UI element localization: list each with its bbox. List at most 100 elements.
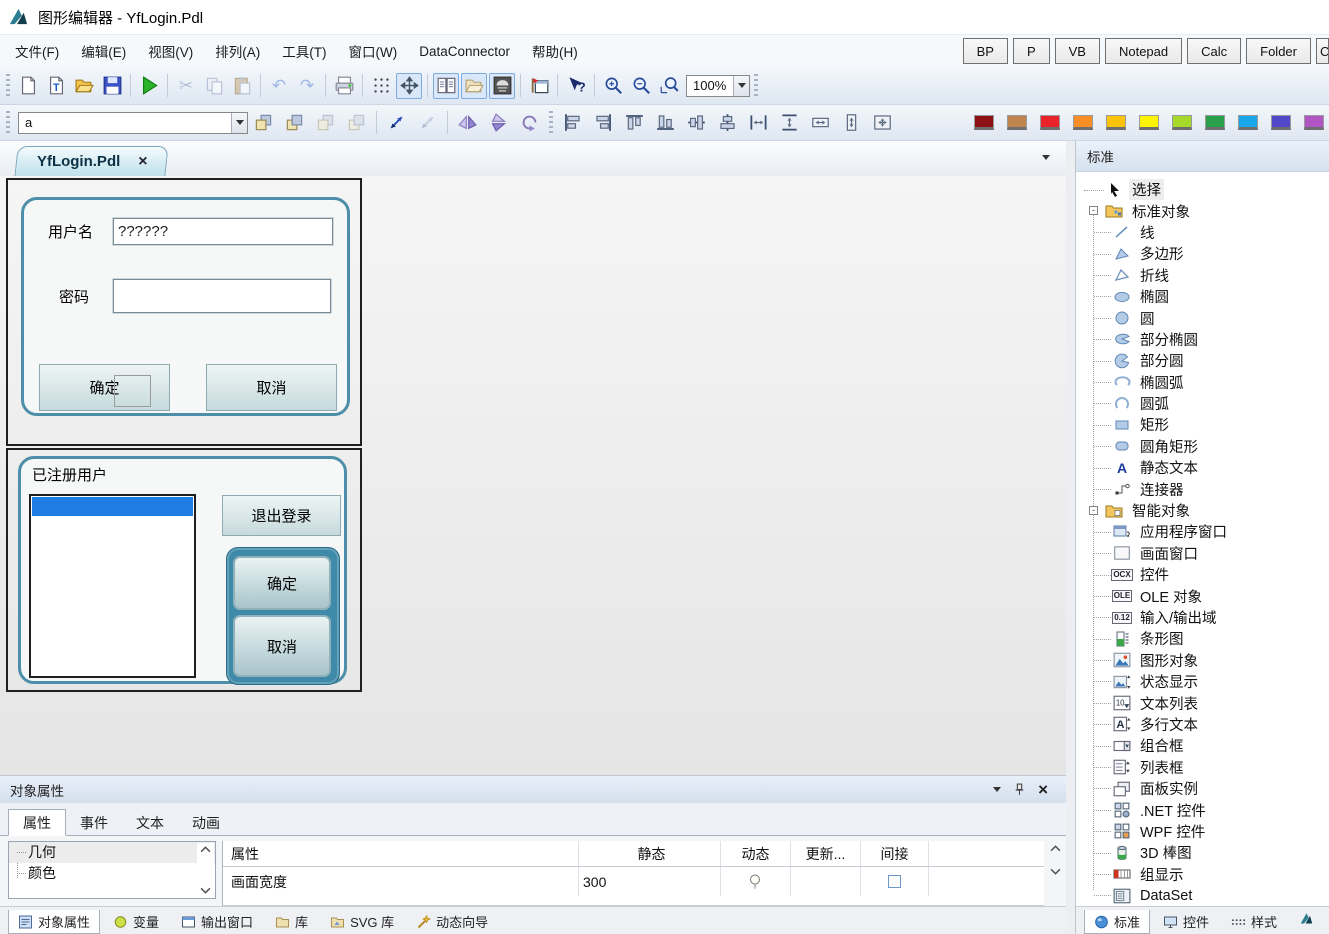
palette-item[interactable]: 组显示	[1076, 864, 1329, 885]
drawing-canvas[interactable]: 用户名 密码 确定 取消 已注册用户 退出登录 确定 取消	[0, 176, 1066, 775]
palette-item[interactable]: 部分圆	[1076, 350, 1329, 371]
properties-tab[interactable]: 属性	[8, 809, 66, 836]
color-swatch-button[interactable]	[1165, 110, 1198, 136]
rotate-button[interactable]	[517, 110, 543, 136]
color-swatch-button[interactable]	[1099, 110, 1132, 136]
align-right-button[interactable]	[591, 110, 617, 136]
palette-item[interactable]: 多边形	[1076, 243, 1329, 264]
grid-scrollbar[interactable]	[1044, 841, 1066, 906]
run-button[interactable]	[136, 73, 162, 99]
palette-item[interactable]: 折线	[1076, 265, 1329, 286]
toolbar-drag-handle[interactable]	[6, 111, 10, 135]
palette-item[interactable]: 圆角矩形	[1076, 436, 1329, 457]
toolbar-drag-handle[interactable]	[6, 74, 10, 98]
open-library-button[interactable]	[461, 73, 487, 99]
dock-tab[interactable]: 变量	[104, 910, 168, 933]
menu-item[interactable]: 工具(T)	[271, 41, 337, 61]
login-cancel-button[interactable]: 取消	[206, 364, 337, 411]
new-template-button[interactable]: T	[43, 73, 69, 99]
scroll-down-icon[interactable]	[200, 887, 211, 894]
palette-item[interactable]: 面板实例	[1076, 778, 1329, 799]
pin-icon[interactable]	[1013, 783, 1026, 796]
new-button[interactable]	[15, 73, 41, 99]
username-input[interactable]	[113, 218, 333, 245]
category-scrollbar[interactable]	[197, 843, 214, 897]
button-group-container[interactable]: 确定 取消	[226, 547, 340, 685]
palette-item[interactable]: 3D 棒图	[1076, 842, 1329, 863]
property-grid[interactable]: 属性静态动态更新...间接 画面宽度300	[222, 841, 1044, 906]
properties-tab[interactable]: 事件	[66, 809, 122, 836]
wizard-button[interactable]	[489, 73, 515, 99]
unlink-tag-button[interactable]	[415, 110, 441, 136]
menu-item[interactable]: 排列(A)	[204, 41, 271, 61]
close-icon[interactable]: ×	[1038, 781, 1048, 798]
grid-button[interactable]	[368, 73, 394, 99]
link-tag-button[interactable]	[384, 110, 410, 136]
copy-button[interactable]	[201, 73, 227, 99]
properties-tab[interactable]: 动画	[178, 809, 234, 836]
color-swatch-button[interactable]	[1066, 110, 1099, 136]
logout-button[interactable]: 退出登录	[222, 495, 341, 536]
style-combo[interactable]: a	[18, 112, 248, 134]
quick-launch-button[interactable]: P	[1013, 38, 1050, 64]
users-ok-button[interactable]: 确定	[233, 556, 331, 610]
tree-expander-icon[interactable]: -	[1089, 206, 1098, 215]
color-swatch-button[interactable]	[967, 110, 1000, 136]
category-tree-item[interactable]: 几何	[9, 842, 215, 863]
scroll-down-icon[interactable]	[1050, 868, 1061, 875]
same-width-button[interactable]	[808, 110, 834, 136]
password-input[interactable]	[113, 279, 331, 313]
username-label[interactable]: 用户名	[48, 221, 93, 242]
palette-item[interactable]: 椭圆弧	[1076, 372, 1329, 393]
menu-item[interactable]: 编辑(E)	[70, 41, 137, 61]
listbox-selected-row[interactable]	[32, 497, 193, 516]
palette-item[interactable]: 部分椭圆	[1076, 329, 1329, 350]
palette-item[interactable]: 应用程序窗口	[1076, 521, 1329, 542]
registered-users-label[interactable]: 已注册用户	[32, 464, 107, 485]
grid-cell-indirect[interactable]	[861, 867, 929, 896]
undo-button[interactable]: ↶	[266, 73, 292, 99]
save-button[interactable]	[99, 73, 125, 99]
dock-tab[interactable]: SVG 库	[321, 910, 403, 933]
palette-item[interactable]: -智能对象	[1076, 500, 1329, 521]
dock-tab[interactable]: 库	[266, 910, 317, 933]
panel-splitter[interactable]	[1066, 141, 1075, 934]
dock-tab[interactable]: 动态向导	[407, 910, 497, 933]
palette-item[interactable]: 连接器	[1076, 478, 1329, 499]
color-swatch-button[interactable]	[1132, 110, 1165, 136]
palette-item[interactable]: 10文本列表	[1076, 692, 1329, 713]
zoom-in-button[interactable]	[600, 73, 626, 99]
dock-tab[interactable]: 对象属性	[8, 910, 100, 934]
grid-cell-static[interactable]: 300	[579, 867, 721, 896]
indirect-checkbox[interactable]	[888, 875, 901, 888]
menu-item[interactable]: 窗口(W)	[338, 41, 409, 61]
menu-item[interactable]: DataConnector	[408, 44, 521, 59]
chevron-down-icon[interactable]	[733, 76, 749, 96]
pan-button[interactable]	[396, 73, 422, 99]
palette-item[interactable]: 0.12输入/输出域	[1076, 607, 1329, 628]
dock-tab[interactable]	[1290, 910, 1323, 928]
stray-rect[interactable]	[114, 375, 151, 407]
zoom-level-combo[interactable]: 100%	[686, 75, 750, 97]
palette-item[interactable]: 椭圆	[1076, 286, 1329, 307]
properties-tab[interactable]: 文本	[122, 809, 178, 836]
palette-item[interactable]: 选择	[1076, 179, 1329, 200]
quick-launch-button[interactable]: Notepad	[1105, 38, 1182, 64]
send-to-back-button[interactable]	[282, 110, 308, 136]
paste-button[interactable]	[229, 73, 255, 99]
distribute-horizontal-button[interactable]	[746, 110, 772, 136]
palette-item[interactable]: A静态文本	[1076, 457, 1329, 478]
palette-item[interactable]: 画面窗口	[1076, 543, 1329, 564]
palette-item[interactable]: 圆	[1076, 307, 1329, 328]
picture-window-button[interactable]	[526, 73, 552, 99]
grid-cell-attribute[interactable]: 画面宽度	[223, 867, 579, 896]
category-tree-item[interactable]: 颜色	[9, 863, 215, 884]
scroll-up-icon[interactable]	[200, 846, 211, 853]
chevron-down-icon[interactable]	[993, 787, 1001, 792]
palette-item[interactable]: 圆弧	[1076, 393, 1329, 414]
close-tab-icon[interactable]: ×	[138, 154, 147, 170]
dock-tab[interactable]: 样式	[1222, 910, 1286, 933]
quick-launch-button[interactable]: C	[1316, 38, 1329, 64]
palette-item[interactable]: OLEOLE 对象	[1076, 585, 1329, 606]
color-swatch-button[interactable]	[1000, 110, 1033, 136]
